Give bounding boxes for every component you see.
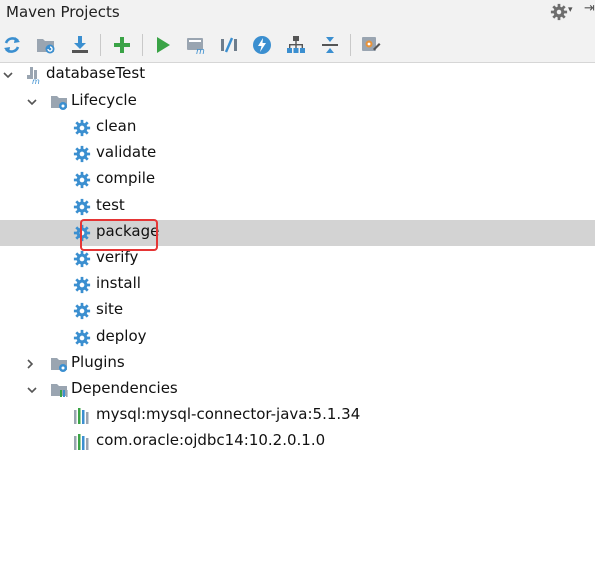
maven-toolbar: m bbox=[0, 26, 595, 63]
maven-settings-icon[interactable] bbox=[361, 35, 381, 55]
download-icon[interactable] bbox=[70, 35, 90, 55]
svg-text:m: m bbox=[32, 77, 40, 84]
goal-label: deploy bbox=[96, 326, 147, 345]
goal-label: validate bbox=[96, 143, 157, 162]
gear-icon bbox=[73, 277, 91, 294]
gear-icon bbox=[73, 198, 91, 215]
run-icon[interactable] bbox=[153, 35, 173, 55]
collapse-all-icon[interactable] bbox=[320, 35, 340, 55]
skip-tests-icon[interactable] bbox=[252, 35, 272, 55]
tree-node-goal[interactable]: deploy bbox=[0, 325, 595, 351]
library-icon bbox=[74, 408, 89, 424]
chevron-right-icon[interactable] bbox=[24, 358, 36, 370]
reimport-icon[interactable] bbox=[2, 35, 22, 55]
gear-icon bbox=[73, 146, 91, 163]
chevron-down-icon[interactable] bbox=[26, 384, 38, 396]
gear-icon bbox=[73, 303, 91, 320]
tree-node-goal[interactable]: validate bbox=[0, 141, 595, 167]
selection-highlight-box bbox=[80, 219, 158, 251]
goal-label: install bbox=[96, 274, 141, 293]
tree-node-goal[interactable]: site bbox=[0, 298, 595, 324]
add-icon[interactable] bbox=[112, 35, 132, 55]
goal-label: site bbox=[96, 300, 124, 319]
panel-header: Maven Projects ▾ ⇥ bbox=[0, 0, 595, 26]
chevron-down-icon[interactable] bbox=[26, 96, 38, 108]
gear-icon[interactable] bbox=[550, 3, 568, 21]
maven-module-icon: m bbox=[27, 67, 40, 84]
tree-node-dependencies[interactable]: Dependencies bbox=[0, 377, 595, 403]
dependency-label: com.oracle:ojdbc14:10.2.0.1.0 bbox=[96, 431, 326, 449]
tree-node-dependency[interactable]: com.oracle:ojdbc14:10.2.0.1.0 bbox=[0, 429, 595, 455]
lifecycle-label: Lifecycle bbox=[71, 91, 137, 109]
tree-node-goal[interactable]: test bbox=[0, 194, 595, 220]
svg-text:m: m bbox=[196, 47, 205, 55]
gear-icon bbox=[73, 329, 91, 346]
goal-label: compile bbox=[96, 169, 156, 188]
tree-node-project[interactable]: m databaseTest bbox=[0, 62, 595, 88]
gear-icon bbox=[73, 250, 91, 268]
project-name: databaseTest bbox=[46, 64, 146, 82]
tree-node-goal[interactable]: install bbox=[0, 272, 595, 298]
gear-icon bbox=[73, 119, 91, 137]
chevron-down-icon[interactable]: ▾ bbox=[568, 5, 573, 15]
gear-icon bbox=[73, 172, 91, 189]
lifecycle-folder-icon bbox=[51, 96, 67, 110]
plugins-folder-icon bbox=[51, 358, 67, 372]
goal-label: clean bbox=[96, 117, 137, 135]
toolbar-separator bbox=[350, 34, 351, 56]
chevron-down-icon[interactable] bbox=[2, 69, 14, 81]
toggle-offline-icon[interactable] bbox=[219, 35, 239, 55]
tree-node-lifecycle[interactable]: Lifecycle bbox=[0, 89, 595, 115]
tree-node-dependency[interactable]: mysql:mysql-connector-java:5.1.34 bbox=[0, 403, 595, 429]
dependencies-label: Dependencies bbox=[71, 379, 178, 397]
hide-panel-icon[interactable]: ⇥ bbox=[584, 1, 595, 16]
tree-node-goal[interactable]: compile bbox=[0, 167, 595, 193]
library-icon bbox=[74, 434, 89, 450]
execute-goal-icon[interactable]: m bbox=[186, 35, 206, 55]
toolbar-separator bbox=[100, 34, 101, 56]
plugins-label: Plugins bbox=[71, 353, 125, 371]
goal-label: test bbox=[96, 195, 125, 214]
tree-node-goal[interactable]: clean bbox=[0, 115, 595, 141]
toolbar-separator bbox=[142, 34, 143, 56]
show-dependencies-icon[interactable] bbox=[286, 35, 306, 55]
panel-title: Maven Projects bbox=[6, 3, 120, 21]
dependency-label: mysql:mysql-connector-java:5.1.34 bbox=[96, 405, 361, 423]
dependencies-folder-icon bbox=[51, 384, 68, 397]
tree-node-plugins[interactable]: Plugins bbox=[0, 351, 595, 377]
generate-sources-icon[interactable] bbox=[36, 35, 56, 55]
